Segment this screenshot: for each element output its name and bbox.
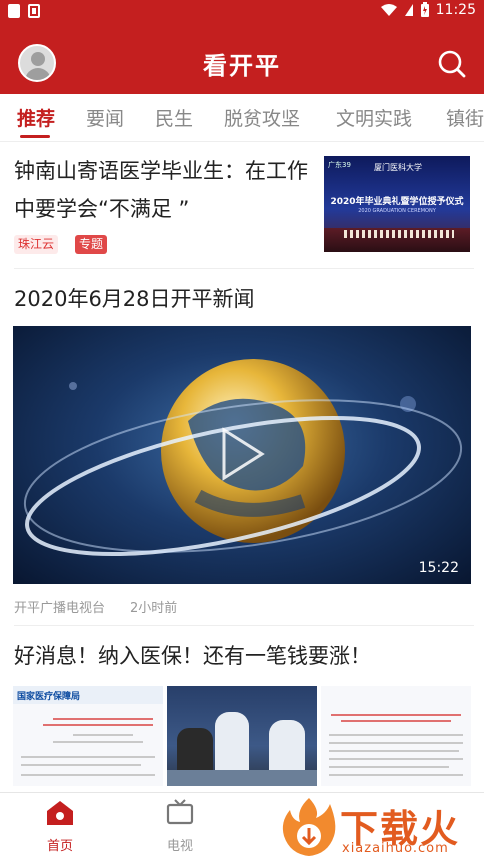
app-header: 看开平	[0, 22, 484, 94]
watermark: 下载火 xiazaihuo.com	[280, 796, 480, 858]
status-right: 11:25	[380, 2, 476, 18]
status-bar: 11:25	[0, 0, 484, 22]
news-source: 开平广播电视台	[14, 601, 106, 616]
play-icon[interactable]	[218, 426, 268, 482]
signal-icon	[404, 4, 413, 16]
nav-tv-label: 电视	[166, 839, 193, 854]
app-title: 看开平	[203, 52, 281, 80]
active-tab-indicator	[20, 135, 50, 138]
flame-logo-icon	[282, 798, 336, 856]
watermark-url: xiazaihuo.com	[342, 841, 449, 856]
notification-icons	[8, 4, 40, 18]
news-title[interactable]: 2020年6月28日开平新闻	[14, 283, 255, 313]
video-player[interactable]: 15:22	[13, 326, 471, 584]
clock: 11:25	[435, 2, 476, 18]
news-title[interactable]: 钟南山寄语医学毕业生：在工作中要学会“不满足 ”	[14, 152, 310, 228]
news-title[interactable]: 好消息！纳入医保！还有一笔钱要涨！	[14, 640, 371, 670]
app-notification-icon	[28, 4, 40, 18]
news-image-document-2[interactable]	[321, 686, 471, 786]
thumb-channel-logo: 广东39	[328, 161, 351, 169]
search-icon[interactable]	[436, 48, 468, 80]
special-tag: 专题	[75, 235, 108, 254]
tab-poverty-alleviation[interactable]: 脱贫攻坚	[224, 104, 300, 131]
nav-tv[interactable]: 电视	[150, 799, 210, 854]
thumb-school-name: 厦门医科大学	[374, 163, 422, 172]
divider	[14, 268, 474, 269]
tab-recommend[interactable]: 推荐	[17, 104, 55, 131]
thumb-caption: 2020年毕业典礼暨学位授予仪式	[330, 197, 464, 207]
tab-towns[interactable]: 镇街	[446, 104, 484, 131]
tab-headlines[interactable]: 要闻	[86, 104, 124, 131]
thumb-caption-en: 2020 GRADUATION CEREMONY	[358, 208, 436, 214]
nav-home-label: 首页	[46, 839, 73, 854]
source-tag: 珠江云	[14, 235, 59, 254]
tab-livelihood[interactable]: 民生	[155, 104, 193, 131]
divider	[14, 625, 474, 626]
nav-home[interactable]: 首页	[30, 799, 90, 854]
wifi-icon	[380, 4, 397, 16]
notification-icon	[8, 4, 20, 18]
doc-logo: 国家医疗保障局	[17, 692, 81, 702]
home-icon	[47, 801, 73, 825]
tv-icon	[166, 799, 194, 825]
battery-icon	[420, 2, 429, 17]
category-tabs: 推荐 要闻 民生 脱贫攻坚 文明实践 镇街	[0, 94, 484, 142]
news-time: 2小时前	[130, 601, 178, 616]
news-image-photo[interactable]	[167, 686, 317, 786]
tab-civilization-practice[interactable]: 文明实践	[336, 104, 412, 131]
video-duration: 15:22	[418, 560, 459, 576]
news-image-document[interactable]: 国家医疗保障局	[13, 686, 163, 786]
news-thumbnail[interactable]: 广东39 厦门医科大学 2020年毕业典礼暨学位授予仪式 2020 GRADUA…	[324, 156, 470, 252]
